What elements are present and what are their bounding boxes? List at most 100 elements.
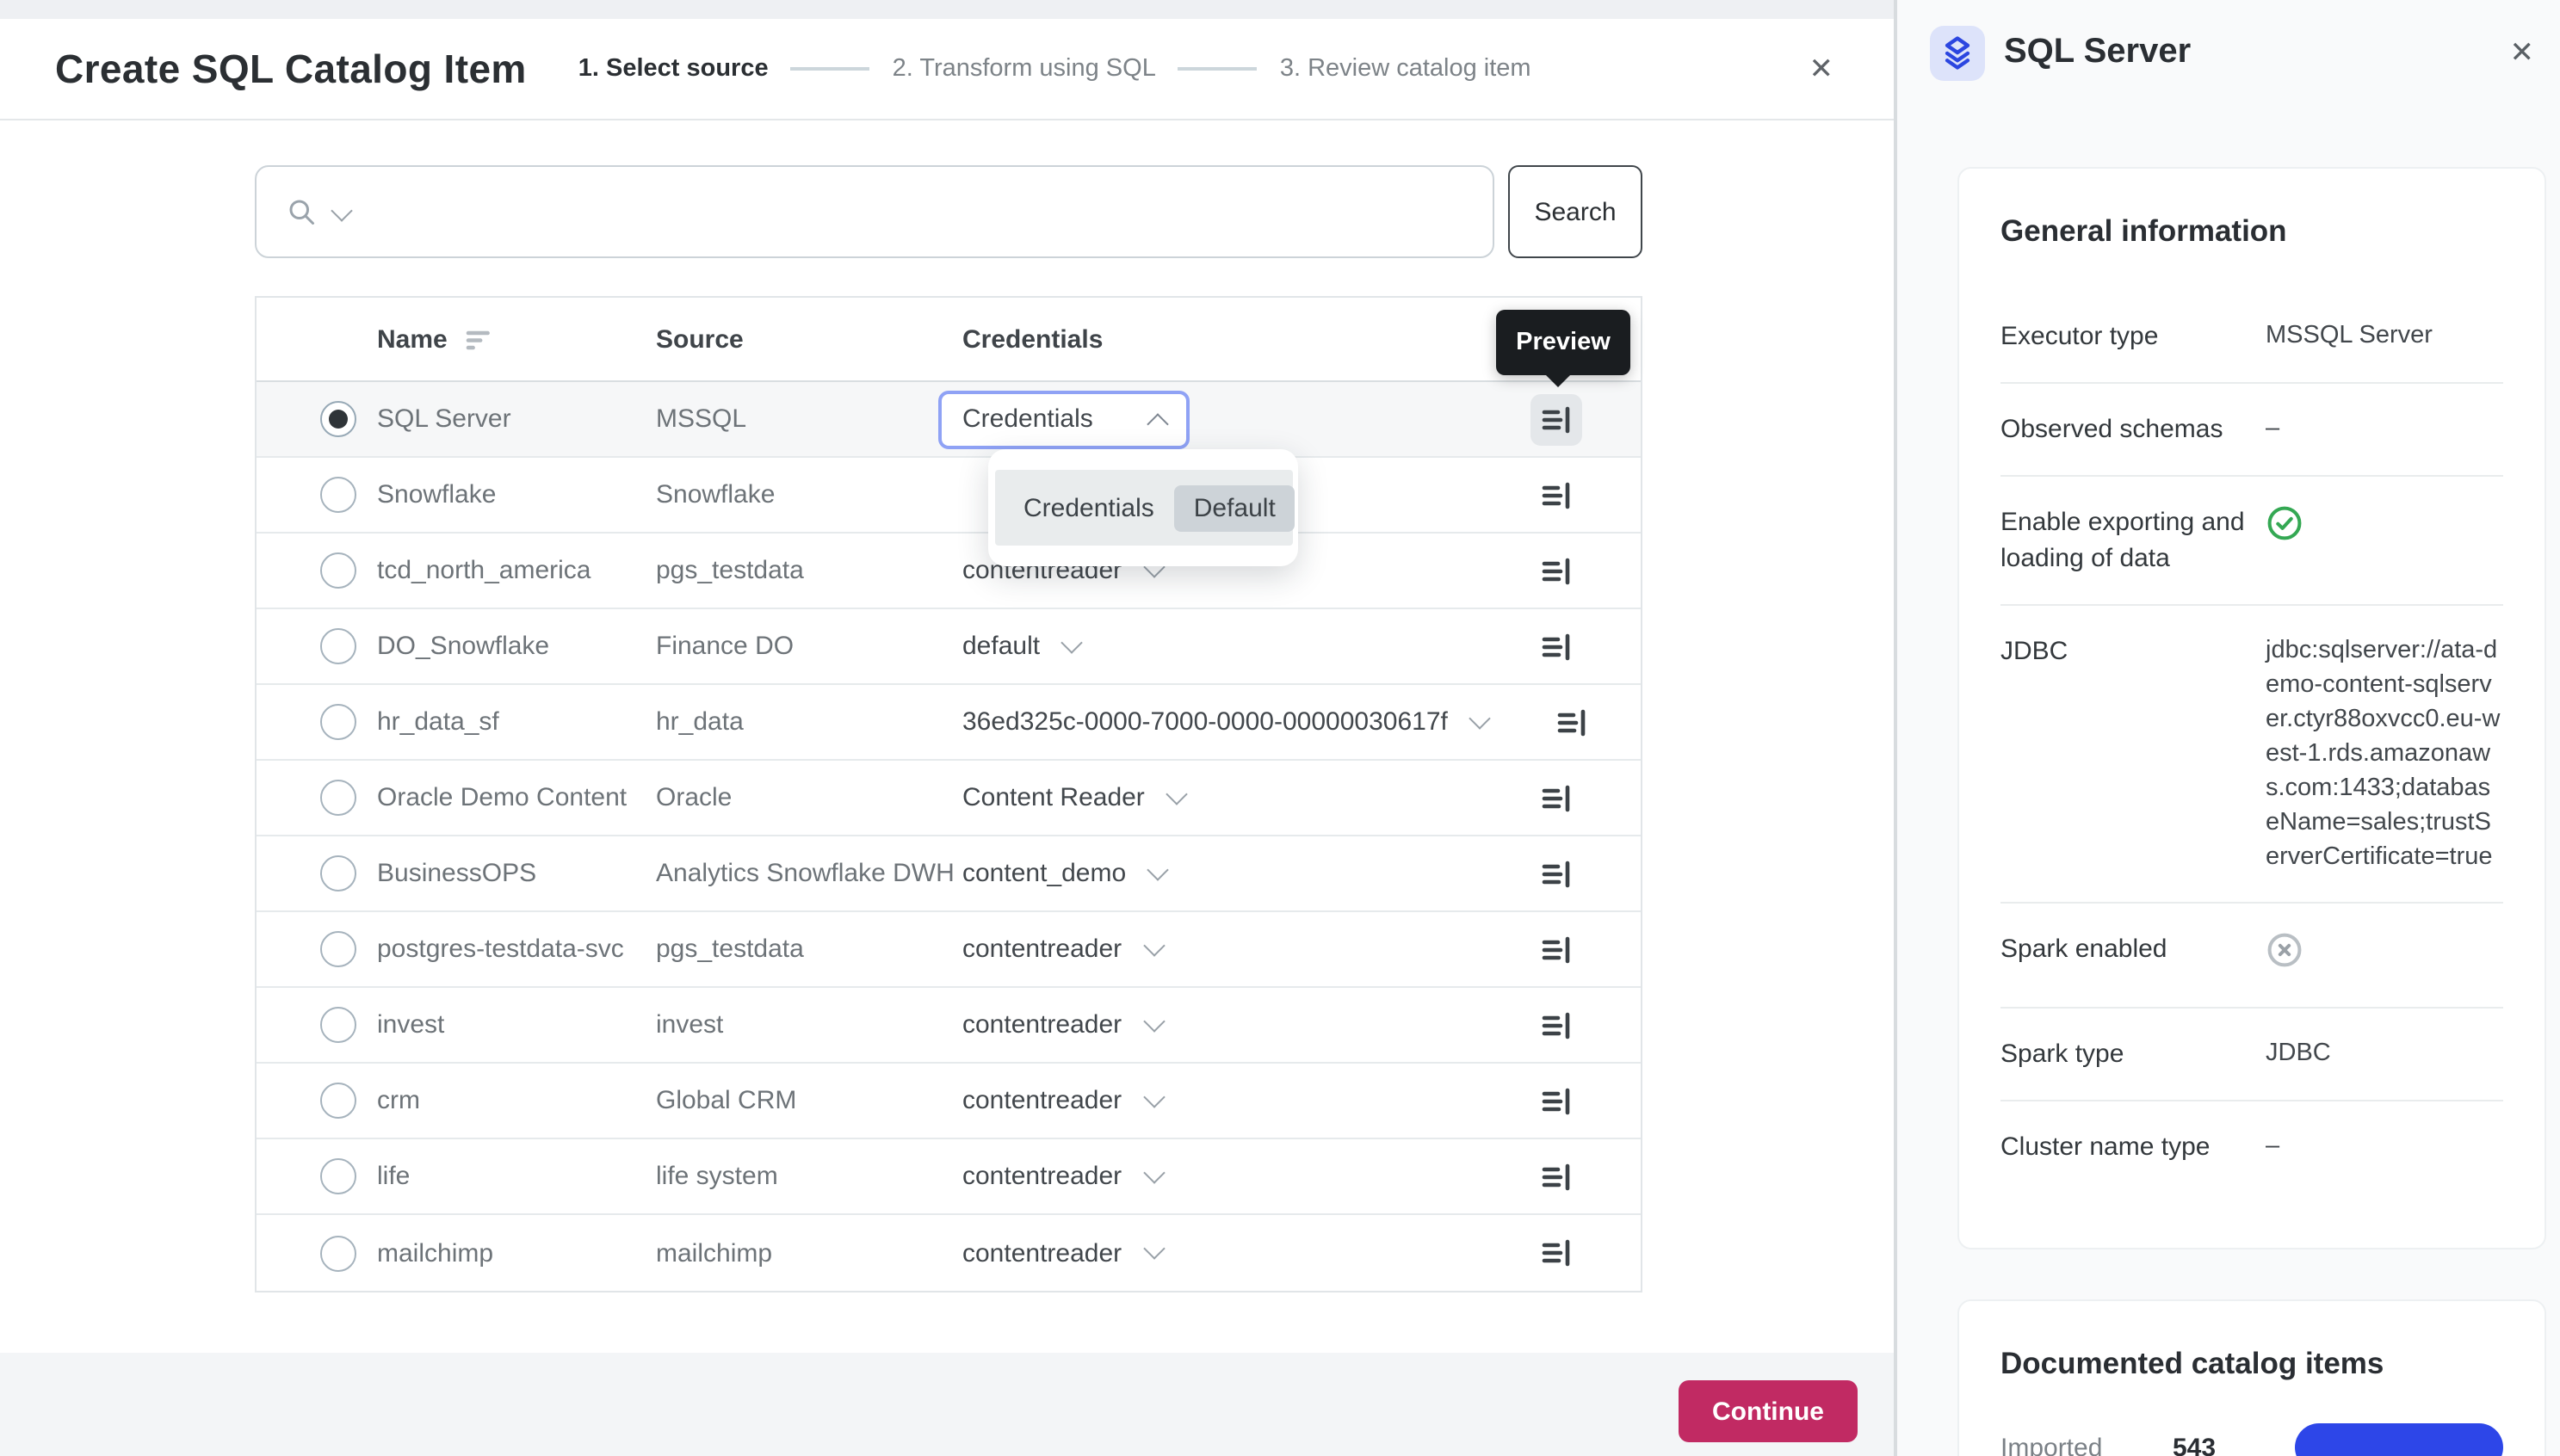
- credentials-select[interactable]: contentreader: [962, 1238, 1472, 1268]
- close-icon[interactable]: ✕: [2510, 38, 2535, 67]
- info-row-observed-schemas: Observed schemas –: [2000, 384, 2503, 477]
- info-row-executor-type: Executor type MSSQL Server: [2000, 291, 2503, 384]
- column-header-credentials[interactable]: Credentials: [962, 324, 1472, 354]
- x-circle-icon: [2266, 931, 2303, 969]
- preview-button[interactable]: [1555, 705, 1589, 739]
- table-row[interactable]: DO_Snowflake Finance DO default: [257, 609, 1641, 685]
- modal-header: Create SQL Catalog Item 1. Select source…: [0, 19, 1895, 120]
- table-header-row: Name Source Credentials: [257, 298, 1641, 382]
- preview-button[interactable]: [1539, 780, 1574, 815]
- step-transform-sql[interactable]: 2. Transform using SQL: [893, 55, 1156, 83]
- credentials-select[interactable]: contentreader: [962, 1162, 1472, 1191]
- preview-icon: [1539, 553, 1574, 588]
- table-row[interactable]: invest invest contentreader: [257, 988, 1641, 1064]
- table-row[interactable]: hr_data_sf hr_data 36ed325c-0000-7000-00…: [257, 685, 1641, 761]
- credentials-select-open[interactable]: Credentials: [938, 390, 1190, 448]
- credentials-select[interactable]: contentreader: [962, 935, 1472, 964]
- preview-icon: [1539, 1008, 1574, 1042]
- row-name: Oracle Demo Content: [377, 783, 656, 812]
- table-row[interactable]: postgres-testdata-svc pgs_testdata conte…: [257, 912, 1641, 988]
- radio-button[interactable]: [320, 1007, 356, 1043]
- preview-icon: [1539, 932, 1574, 966]
- radio-button[interactable]: [320, 931, 356, 967]
- column-header-source[interactable]: Source: [656, 324, 962, 354]
- default-badge: Default: [1175, 484, 1295, 531]
- table-row[interactable]: life life system contentreader: [257, 1139, 1641, 1215]
- dropdown-option-credentials[interactable]: Credentials Default: [994, 470, 1292, 546]
- preview-button[interactable]: [1539, 478, 1574, 512]
- preview-icon: [1539, 1159, 1574, 1194]
- credentials-select[interactable]: default: [962, 632, 1472, 661]
- chevron-down-icon: [1147, 858, 1168, 879]
- credentials-select[interactable]: 36ed325c-0000-7000-0000-00000030617f: [962, 707, 1487, 737]
- row-source: mailchimp: [656, 1238, 962, 1268]
- preview-icon: [1539, 780, 1574, 815]
- radio-button[interactable]: [320, 855, 356, 891]
- column-header-name[interactable]: Name: [377, 324, 448, 354]
- radio-button[interactable]: [320, 477, 356, 513]
- preview-button[interactable]: [1539, 629, 1574, 663]
- credentials-select[interactable]: contentreader: [962, 1086, 1472, 1115]
- jdbc-connection-string: jdbc:sqlserver://ata-demo-content-sqlser…: [2266, 633, 2503, 874]
- sources-table: Name Source Credentials SQL Server MSSQL: [255, 296, 1642, 1293]
- chevron-down-icon: [1142, 1237, 1164, 1259]
- radio-button[interactable]: [320, 552, 356, 589]
- radio-button-selected[interactable]: [320, 401, 356, 437]
- search-icon: [286, 196, 317, 227]
- radio-button[interactable]: [320, 1235, 356, 1271]
- sort-icon[interactable]: [465, 324, 494, 354]
- row-name: tcd_north_america: [377, 556, 656, 585]
- search-button[interactable]: Search: [1508, 165, 1642, 258]
- chevron-down-icon[interactable]: [331, 199, 352, 220]
- preview-button[interactable]: [1539, 1236, 1574, 1270]
- row-source: Snowflake: [656, 480, 962, 509]
- table-row[interactable]: mailchimp mailchimp contentreader: [257, 1215, 1641, 1291]
- close-icon[interactable]: ✕: [1809, 54, 1834, 83]
- radio-button[interactable]: [320, 780, 356, 816]
- step-connector: [1178, 67, 1258, 71]
- page-background-strip: [0, 0, 1895, 19]
- credentials-select[interactable]: contentreader: [962, 1010, 1472, 1040]
- preview-icon: [1539, 402, 1574, 436]
- preview-button[interactable]: [1539, 856, 1574, 891]
- row-name: BusinessOPS: [377, 859, 656, 888]
- preview-button[interactable]: [1530, 393, 1582, 445]
- search-input[interactable]: [255, 165, 1494, 258]
- chevron-down-icon: [1166, 782, 1187, 804]
- radio-button[interactable]: [320, 1083, 356, 1119]
- row-name: crm: [377, 1086, 656, 1115]
- table-row[interactable]: BusinessOPS Analytics Snowflake DWH cont…: [257, 836, 1641, 912]
- preview-button[interactable]: [1539, 932, 1574, 966]
- continue-button[interactable]: Continue: [1679, 1380, 1858, 1442]
- table-row[interactable]: Oracle Demo Content Oracle Content Reade…: [257, 761, 1641, 836]
- radio-button[interactable]: [320, 1158, 356, 1194]
- row-name: mailchimp: [377, 1238, 656, 1268]
- preview-button[interactable]: [1539, 1008, 1574, 1042]
- radio-button[interactable]: [320, 628, 356, 664]
- chevron-up-icon: [1147, 412, 1168, 434]
- table-row[interactable]: Snowflake Snowflake: [257, 458, 1641, 534]
- row-name: invest: [377, 1010, 656, 1040]
- row-name: hr_data_sf: [377, 707, 656, 737]
- step-select-source[interactable]: 1. Select source: [578, 55, 769, 83]
- credentials-select[interactable]: content_demo: [962, 859, 1472, 888]
- preview-button[interactable]: [1539, 553, 1574, 588]
- layers-icon: [1939, 34, 1976, 72]
- radio-button[interactable]: [320, 704, 356, 740]
- preview-icon: [1539, 629, 1574, 663]
- credentials-select[interactable]: Content Reader: [962, 783, 1472, 812]
- preview-button[interactable]: [1539, 1083, 1574, 1118]
- preview-icon: [1539, 1083, 1574, 1118]
- row-name: Snowflake: [377, 480, 656, 509]
- preview-button[interactable]: [1539, 1159, 1574, 1194]
- chevron-down-icon: [1142, 934, 1164, 955]
- row-source: MSSQL: [656, 404, 962, 434]
- source-type-chip: [1930, 26, 1985, 81]
- row-source: life system: [656, 1162, 962, 1191]
- table-row[interactable]: crm Global CRM contentreader: [257, 1064, 1641, 1139]
- imported-progress-pill[interactable]: [2295, 1423, 2503, 1456]
- step-review-item[interactable]: 3. Review catalog item: [1280, 55, 1531, 83]
- table-row[interactable]: SQL Server MSSQL Credentials: [257, 382, 1641, 458]
- table-row[interactable]: tcd_north_america pgs_testdata contentre…: [257, 534, 1641, 609]
- preview-icon: [1539, 856, 1574, 891]
